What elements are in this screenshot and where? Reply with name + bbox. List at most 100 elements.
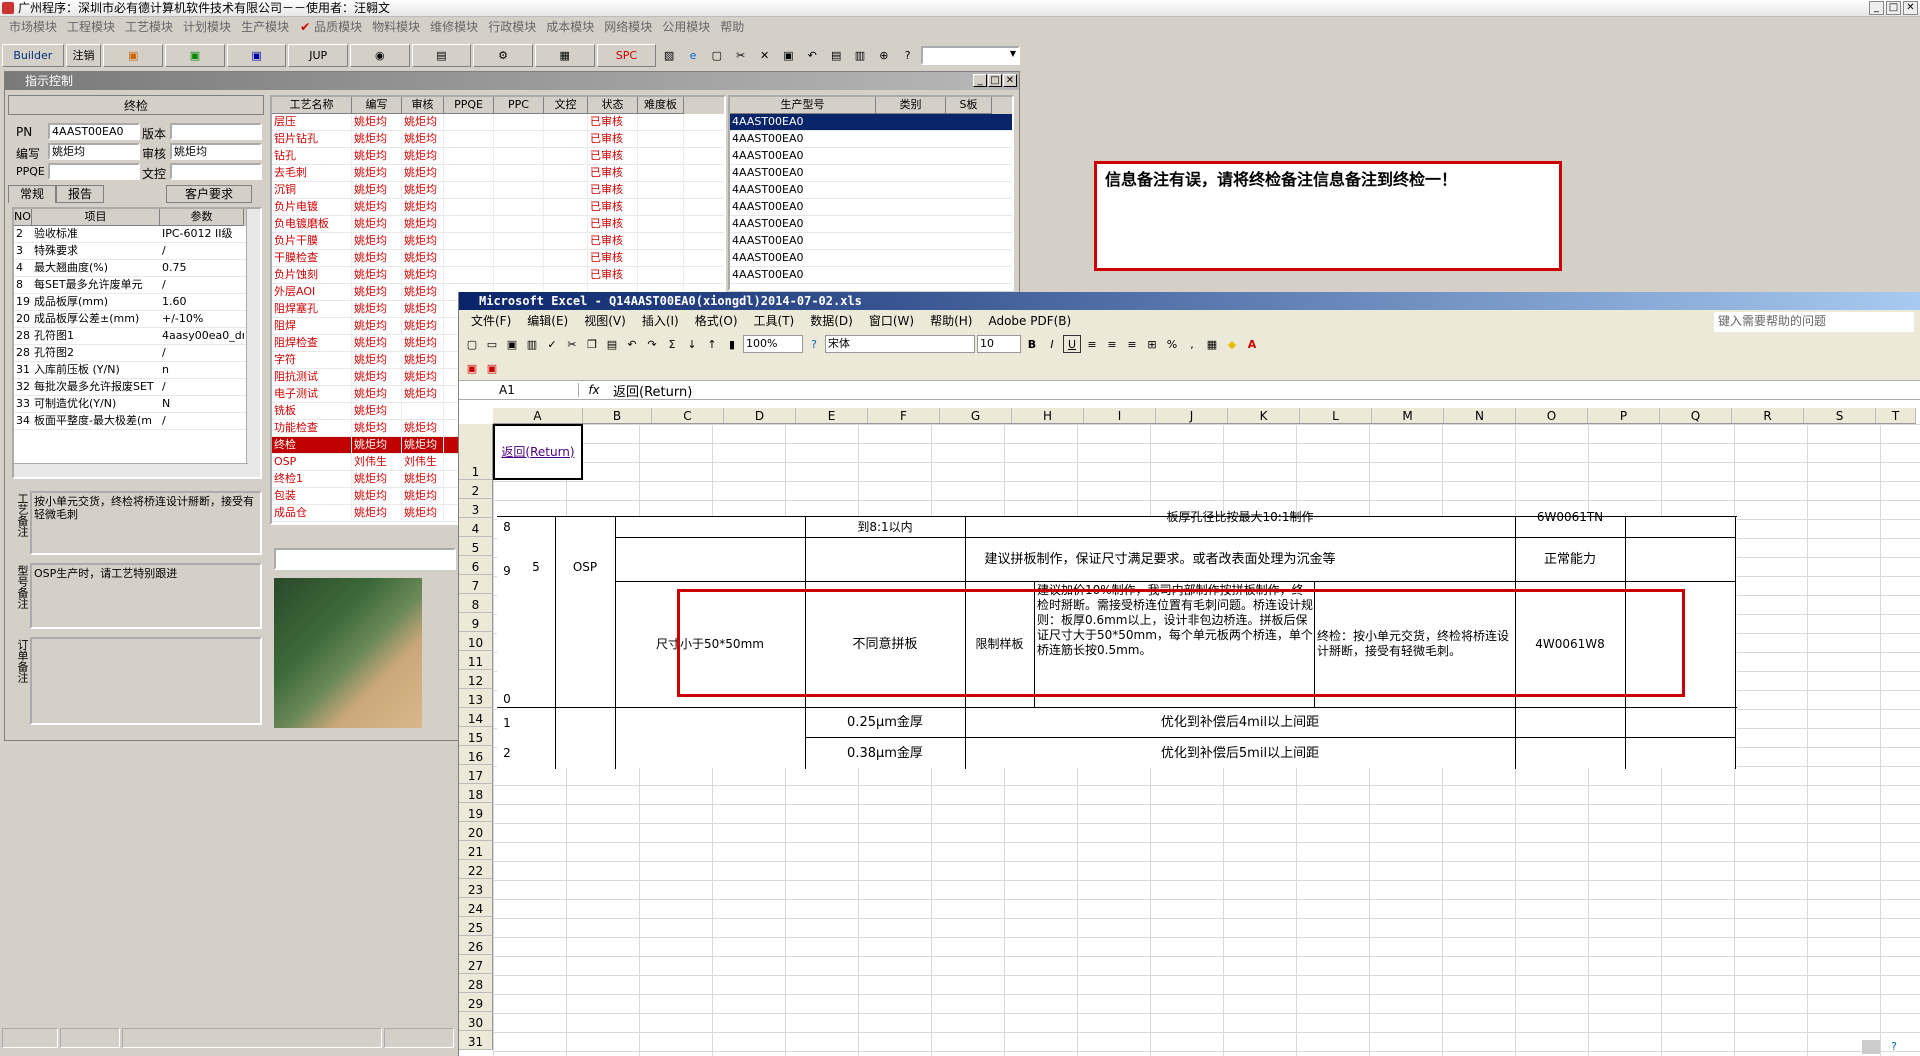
menu-process[interactable]: 工艺模块	[120, 17, 178, 37]
column-header[interactable]: C	[652, 408, 724, 423]
params-row[interactable]: 2 验收标准 IPC-6012 II级	[14, 226, 260, 243]
document-icon[interactable]: ▢	[705, 44, 728, 67]
excel-menu-file[interactable]: 文件(F)	[463, 310, 519, 332]
fill-color-icon[interactable]: ◆	[1223, 335, 1241, 353]
excel-menu-tools[interactable]: 工具(T)	[746, 310, 803, 332]
name-box[interactable]: A1	[459, 383, 579, 397]
process-row[interactable]: 铝片钻孔 姚炬均 姚炬均 已审核	[272, 131, 724, 148]
pdf-mail-icon[interactable]: ▣	[483, 359, 501, 377]
row-header[interactable]: 17	[459, 765, 493, 784]
menu-material[interactable]: 物料模块	[367, 17, 425, 37]
author-field[interactable]: 姚炬均	[48, 143, 140, 160]
row-header[interactable]: 25	[459, 917, 493, 936]
model-row[interactable]: 4AAST00EA0	[730, 216, 1012, 233]
params-row[interactable]: 4 最大翘曲度(%) 0.75	[14, 260, 260, 277]
row-header[interactable]: 6	[459, 556, 493, 575]
ie-icon[interactable]: e	[682, 44, 704, 67]
process-row[interactable]: 负片电镀 姚炬均 姚炬均 已审核	[272, 199, 724, 216]
italic-icon[interactable]: I	[1043, 335, 1061, 353]
menu-maintenance[interactable]: 维修模块	[425, 17, 483, 37]
inner-close-button[interactable]: ✕	[1003, 74, 1017, 87]
row-header[interactable]: 24	[459, 898, 493, 917]
cut-icon[interactable]: ✂	[729, 44, 752, 67]
font-color-icon[interactable]: A	[1243, 335, 1261, 353]
params-row[interactable]: 31 入库前压板 (Y/N) n	[14, 362, 260, 379]
excel-menu-help[interactable]: 帮助(H)	[922, 310, 980, 332]
save-icon[interactable]: ▣	[503, 335, 521, 353]
menu-quality[interactable]: 品质模块	[312, 17, 367, 37]
model-row[interactable]: 4AAST00EA0	[730, 233, 1012, 250]
excel-menu-format[interactable]: 格式(O)	[687, 310, 746, 332]
model-row[interactable]: 4AAST00EA0	[730, 199, 1012, 216]
sort-asc-icon[interactable]: ↓	[683, 335, 701, 353]
row-header[interactable]: 5	[459, 537, 493, 556]
excel-menu-insert[interactable]: 插入(I)	[634, 310, 687, 332]
book-icon[interactable]: ▤	[411, 44, 472, 67]
process-row[interactable]: 去毛刺 姚炬均 姚炬均 已审核	[272, 165, 724, 182]
print-icon[interactable]: ▥	[849, 44, 871, 67]
row-header[interactable]: 7	[459, 575, 493, 594]
model-row[interactable]: 4AAST00EA0	[730, 131, 1012, 148]
row-header[interactable]: 21	[459, 841, 493, 860]
undo-icon[interactable]: ↶	[801, 44, 824, 67]
version-field[interactable]	[170, 123, 262, 140]
row-header[interactable]: 8	[459, 594, 493, 613]
column-header[interactable]: J	[1156, 408, 1228, 423]
tab-report[interactable]: 报告	[56, 185, 104, 203]
excel-menu-edit[interactable]: 编辑(E)	[519, 310, 576, 332]
comma-icon[interactable]: ,	[1183, 335, 1201, 353]
doc-field[interactable]	[170, 163, 262, 180]
restore-button[interactable]: □	[1886, 1, 1901, 15]
column-header[interactable]: R	[1732, 408, 1804, 423]
column-header[interactable]: S	[1804, 408, 1876, 423]
jup-button[interactable]: JUP	[288, 44, 348, 67]
tab-general[interactable]: 常规	[8, 185, 56, 203]
menu-help[interactable]: 帮助	[715, 17, 749, 37]
save-icon[interactable]: ▣	[777, 44, 800, 67]
row-header[interactable]: 30	[459, 1012, 493, 1031]
excel-icon[interactable]: ▣	[165, 44, 225, 67]
column-header[interactable]: T	[1876, 408, 1916, 423]
row-header[interactable]: 2	[459, 480, 493, 499]
menu-admin[interactable]: 行政模块	[483, 17, 541, 37]
row-header[interactable]: 15	[459, 727, 493, 746]
preview-icon[interactable]: ▤	[825, 44, 848, 67]
model-remarks[interactable]: OSP生产时，请工艺特别跟进	[30, 563, 262, 629]
row-header[interactable]: 16	[459, 746, 493, 765]
merge-icon[interactable]: ⊞	[1143, 335, 1161, 353]
order-remarks[interactable]	[30, 637, 262, 725]
chart-icon[interactable]: ▮	[723, 335, 741, 353]
minimize-button[interactable]: _	[1869, 1, 1884, 15]
column-header[interactable]: Q	[1660, 408, 1732, 423]
column-header[interactable]: F	[868, 408, 940, 423]
undo-icon[interactable]: ↶	[623, 335, 641, 353]
zoom-select[interactable]: 100%	[743, 335, 803, 353]
bold-icon[interactable]: B	[1023, 335, 1041, 353]
model-row[interactable]: 4AAST00EA0	[730, 148, 1012, 165]
params-row[interactable]: 8 每SET最多允许废单元 /	[14, 277, 260, 294]
params-row[interactable]: 33 可制造优化(Y/N) N	[14, 396, 260, 413]
model-row[interactable]: 4AAST00EA0	[730, 182, 1012, 199]
params-row[interactable]: 32 每批次最多允许报废SET /	[14, 379, 260, 396]
params-row[interactable]: 34 板面平整度-最大极差(m /	[14, 413, 260, 430]
column-header[interactable]: N	[1444, 408, 1516, 423]
review-field[interactable]: 姚炬均	[170, 143, 262, 160]
params-row[interactable]: 28 孔符图2 /	[14, 345, 260, 362]
menu-engineering[interactable]: 工程模块	[62, 17, 120, 37]
tab-customer-requirements[interactable]: 客户要求	[166, 185, 252, 203]
row-header[interactable]: 28	[459, 974, 493, 993]
model-row[interactable]: 4AAST00EA0	[730, 250, 1012, 267]
process-row[interactable]: 层压 姚炬均 姚炬均 已审核	[272, 114, 724, 131]
search-box[interactable]	[274, 548, 456, 570]
cut-icon[interactable]: ✂	[563, 335, 581, 353]
pdf-icon[interactable]: ▣	[463, 359, 481, 377]
help-question-input[interactable]: 键入需要帮助的问题	[1714, 312, 1914, 332]
delete-icon[interactable]: ✕	[753, 44, 776, 67]
redo-icon[interactable]: ↷	[643, 335, 661, 353]
process-row[interactable]: 负电镀磨板 姚炬均 姚炬均 已审核	[272, 216, 724, 233]
open-icon[interactable]: ▭	[483, 335, 501, 353]
sum-icon[interactable]: Σ	[663, 335, 681, 353]
sort-desc-icon[interactable]: ↑	[703, 335, 721, 353]
menu-cost[interactable]: 成本模块	[541, 17, 599, 37]
row-header[interactable]: 27	[459, 955, 493, 974]
